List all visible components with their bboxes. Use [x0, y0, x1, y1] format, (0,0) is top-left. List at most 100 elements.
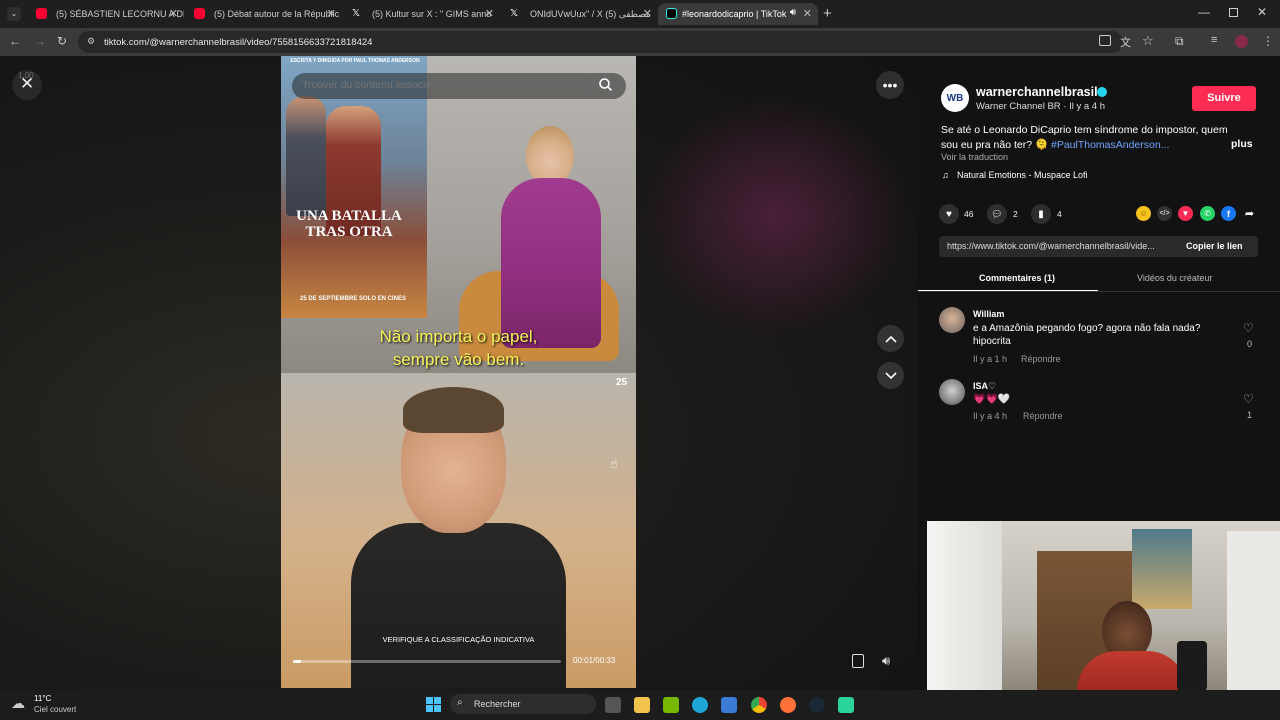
- comment-like-icon[interactable]: ♡: [1243, 321, 1254, 335]
- edge-icon[interactable]: [692, 697, 708, 713]
- close-tab-icon[interactable]: ✕: [803, 7, 812, 20]
- tab-comments[interactable]: Commentaires (1): [979, 273, 1055, 283]
- comment-like-icon[interactable]: ♡: [1243, 392, 1254, 406]
- tab-4[interactable]: #leonardodicaprio | TikTok 🔊︎ ✕: [658, 3, 818, 25]
- weather-icon[interactable]: ☁: [11, 695, 25, 712]
- follow-button[interactable]: Suivre: [1192, 86, 1256, 111]
- steam-icon[interactable]: [809, 697, 825, 713]
- commenter-avatar[interactable]: [939, 307, 965, 333]
- whatsapp-icon[interactable]: ✆: [1200, 206, 1215, 221]
- tab-search-icon[interactable]: ⌄: [7, 7, 21, 21]
- comment-button[interactable]: 💬︎: [987, 204, 1007, 224]
- media-controls-icon[interactable]: ≡: [1211, 34, 1217, 46]
- like-count: 46: [964, 209, 974, 219]
- new-tab-button[interactable]: +: [823, 5, 832, 22]
- coin-icon[interactable]: ☺: [1136, 206, 1151, 221]
- more-options-button[interactable]: •••: [876, 71, 904, 99]
- firefox-icon[interactable]: [780, 697, 796, 713]
- reload-icon[interactable]: ↻: [57, 34, 67, 48]
- bookmark-star-icon[interactable]: ☆: [1142, 33, 1154, 49]
- reply-button[interactable]: Répondre: [1021, 354, 1061, 364]
- interviewer-body: [501, 178, 601, 348]
- tab-title: ONIdUVwUux" / X مصطفى (5): [530, 8, 651, 19]
- back-arrow-icon[interactable]: ←: [9, 34, 21, 48]
- chrome-icon[interactable]: [751, 697, 767, 713]
- translate-icon[interactable]: 文: [1120, 34, 1131, 50]
- like-button[interactable]: ♥: [939, 204, 959, 224]
- forward-arrow-icon[interactable]: →: [34, 34, 46, 48]
- close-tab-icon[interactable]: ✕: [327, 7, 336, 20]
- mouse-cursor-icon: ☝: [610, 456, 618, 471]
- background-glow: [640, 96, 910, 336]
- hashtag-link[interactable]: #PaulThomasAnderson...: [1051, 139, 1169, 151]
- music-note-icon: ♫: [942, 170, 949, 180]
- search-icon: ⌕: [457, 697, 463, 708]
- pip-icon[interactable]: [852, 654, 864, 668]
- volume-icon[interactable]: 🔊︎: [882, 653, 890, 669]
- next-video-button[interactable]: [877, 362, 904, 389]
- tab-0[interactable]: (5) SÉBASTIEN LECORNU A DÉM ✕: [26, 3, 184, 25]
- tab-creator-videos[interactable]: Vidéos du créateur: [1137, 273, 1212, 283]
- tab-2[interactable]: 𝕏 (5) Kultur sur X : " GIMS anno ✕: [342, 3, 500, 25]
- maximize-button[interactable]: [1229, 8, 1238, 17]
- chevron-down-icon: [884, 371, 897, 379]
- save-button[interactable]: ▮: [1031, 204, 1051, 224]
- comment-time: Il y a 4 h: [973, 411, 1008, 421]
- caption-more-button[interactable]: plus: [1231, 138, 1253, 150]
- video-player[interactable]: ESCRITA Y DIRIGIDA POR PAUL THOMAS ANDER…: [281, 56, 636, 688]
- store-icon[interactable]: [721, 697, 737, 713]
- caption-text: sou eu pra não ter? 🫠: [941, 139, 1049, 151]
- close-tab-icon[interactable]: ✕: [485, 7, 494, 20]
- browser-menu-icon[interactable]: ⋮: [1262, 34, 1274, 48]
- task-view-icon[interactable]: [605, 697, 621, 713]
- tab-1[interactable]: (5) Débat autour de la Républic ✕: [184, 3, 342, 25]
- headset-mic: [1177, 641, 1207, 691]
- video-time: 00:01/00:33: [573, 656, 616, 665]
- comment-user[interactable]: William: [973, 309, 1004, 319]
- app-icon[interactable]: [838, 697, 854, 713]
- start-button[interactable]: [426, 697, 441, 712]
- close-tab-icon[interactable]: ✕: [643, 7, 652, 20]
- related-search-input[interactable]: [302, 79, 582, 91]
- copy-link-button[interactable]: Copier le lien: [1186, 241, 1243, 251]
- url-text[interactable]: tiktok.com/@warnerchannelbrasil/video/75…: [104, 37, 372, 48]
- translate-link[interactable]: Voir la traduction: [941, 152, 1008, 162]
- site-info-icon[interactable]: ⚙: [87, 36, 95, 47]
- search-icon[interactable]: [598, 77, 613, 92]
- related-search-bar[interactable]: [292, 73, 626, 99]
- profile-avatar[interactable]: [1235, 35, 1248, 48]
- tab-bar: ⌄ (5) SÉBASTIEN LECORNU A DÉM ✕ (5) Déba…: [0, 0, 1280, 28]
- tab-title: (5) Débat autour de la Républic: [214, 9, 340, 19]
- author-name[interactable]: warnerchannelbrasil: [976, 85, 1098, 99]
- comment-text: hipocrita: [973, 336, 1011, 347]
- weather-temp: 11°C: [34, 694, 52, 703]
- verified-badge-icon: [1097, 87, 1107, 97]
- video-progress-bar[interactable]: [293, 660, 561, 663]
- commenter-avatar[interactable]: [939, 379, 965, 405]
- previous-video-button[interactable]: [877, 325, 904, 352]
- nvidia-icon[interactable]: [663, 697, 679, 713]
- comment-user[interactable]: ISA♡: [973, 381, 996, 392]
- facebook-icon[interactable]: f: [1221, 206, 1236, 221]
- extensions-icon[interactable]: ⧉: [1175, 34, 1184, 49]
- close-icon: ✕: [20, 74, 35, 93]
- share-arrow-icon[interactable]: ➦: [1242, 206, 1257, 221]
- minimize-button[interactable]: —: [1198, 5, 1210, 19]
- reply-button[interactable]: Répondre: [1023, 411, 1063, 421]
- taskbar-search[interactable]: [450, 694, 596, 714]
- tab-3[interactable]: 𝕏 ONIdUVwUux" / X مصطفى (5) ✕: [500, 3, 658, 25]
- youtube-icon: [194, 8, 205, 19]
- close-window-button[interactable]: ✕: [1257, 5, 1267, 19]
- send-icon[interactable]: ▼: [1178, 206, 1193, 221]
- file-explorer-icon[interactable]: [634, 697, 650, 713]
- install-app-icon[interactable]: [1099, 35, 1111, 46]
- actor-hair: [403, 387, 504, 433]
- taskbar-search-label[interactable]: Rechercher: [474, 699, 521, 709]
- embed-icon[interactable]: </>: [1157, 206, 1172, 221]
- close-tab-icon[interactable]: ✕: [169, 7, 178, 20]
- comment-text: 💗💗🤍: [973, 394, 1011, 405]
- speaker-icon[interactable]: 🔊︎: [790, 7, 796, 18]
- music-title[interactable]: Natural Emotions - Muspace Lofi: [957, 170, 1088, 180]
- author-avatar[interactable]: WB: [941, 84, 969, 112]
- x-logo-icon: 𝕏: [352, 8, 361, 19]
